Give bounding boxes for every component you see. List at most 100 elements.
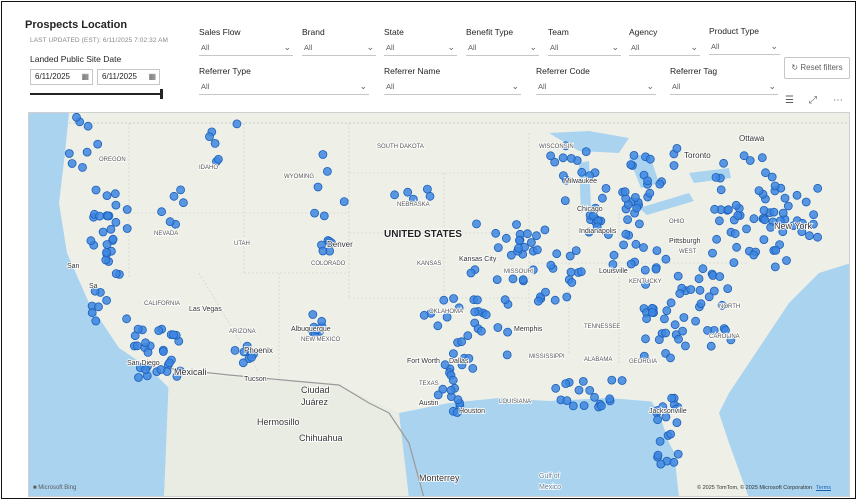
prospect-marker[interactable] [83,121,93,131]
prospect-marker[interactable] [805,231,814,241]
prospect-marker[interactable] [493,243,503,253]
prospect-marker[interactable] [749,214,759,224]
prospect-marker[interactable] [760,215,770,225]
prospect-marker[interactable] [715,216,724,226]
prospect-marker[interactable] [661,328,670,338]
prospect-marker[interactable] [813,183,823,193]
prospect-marker[interactable] [571,246,581,256]
prospect-marker[interactable] [577,167,587,177]
prospect-marker[interactable] [158,347,168,356]
prospect-marker[interactable] [698,264,708,274]
prospect-marker[interactable] [585,385,595,395]
referrer-code-dropdown[interactable]: All ⌄ [536,81,656,95]
prospect-marker[interactable] [696,299,706,309]
prospect-marker[interactable] [472,295,482,305]
state-dropdown[interactable]: All ⌄ [384,42,457,56]
prospect-marker[interactable] [669,161,679,170]
prospect-marker[interactable] [493,323,503,332]
prospect-marker[interactable] [590,392,599,402]
prospect-marker[interactable] [317,316,327,326]
prospect-marker[interactable] [72,113,81,122]
prospect-marker[interactable] [141,338,150,348]
referrer-tag-dropdown[interactable]: All ⌄ [670,81,778,95]
prospect-marker[interactable] [598,193,607,203]
prospect-marker[interactable] [508,274,518,284]
prospect-marker[interactable] [439,295,449,305]
prospect-marker[interactable] [86,236,96,246]
prospect-marker[interactable] [623,215,632,224]
prospect-marker[interactable] [453,395,463,405]
prospect-marker[interactable] [715,272,725,281]
prospect-marker[interactable] [673,449,683,459]
prospect-marker[interactable] [433,390,443,400]
prospect-marker[interactable] [601,184,611,193]
prospect-marker[interactable] [732,242,741,252]
prospect-marker[interactable] [617,376,627,385]
prospect-marker[interactable] [122,224,132,233]
prospect-marker[interactable] [425,191,435,201]
prospect-marker[interactable] [609,250,619,260]
prospect-marker[interactable] [205,132,214,142]
prospect-marker[interactable] [550,295,560,305]
prospect-marker[interactable] [111,217,121,227]
prospect-marker[interactable] [134,373,143,382]
prospect-marker[interactable] [757,153,767,163]
prospect-marker[interactable] [782,256,791,265]
map-canvas[interactable]: UNITED STATES SOUTH DAKOTA OREGON IDAHO WYOM… [29,113,850,497]
prospect-marker[interactable] [672,418,682,428]
date-slider-handle[interactable] [160,89,163,99]
prospect-marker[interactable] [91,185,101,195]
prospect-marker[interactable] [635,219,644,229]
prospect-marker[interactable] [651,264,661,274]
prospect-marker[interactable] [176,185,186,195]
prospect-marker[interactable] [754,186,764,195]
prospect-marker[interactable] [652,246,662,256]
prospect-marker[interactable] [639,243,648,252]
prospect-marker[interactable] [739,151,749,161]
prospect-marker[interactable] [310,208,320,218]
prospect-marker[interactable] [500,295,510,305]
prospect-marker[interactable] [502,350,512,360]
team-dropdown[interactable]: All ⌄ [548,42,621,56]
prospect-marker[interactable] [102,240,112,249]
prospect-marker[interactable] [809,210,818,219]
prospect-marker[interactable] [631,239,641,249]
prospect-marker[interactable] [230,345,240,355]
prospect-marker[interactable] [94,302,103,312]
prospect-marker[interactable] [470,307,480,317]
prospect-marker[interactable] [165,217,175,227]
prospect-marker[interactable] [661,254,671,264]
prospect-marker[interactable] [518,275,528,285]
prospect-marker[interactable] [157,207,167,217]
prospect-marker[interactable] [723,284,733,294]
prospect-marker[interactable] [463,331,473,341]
prospect-marker[interactable] [621,229,631,239]
prospect-marker[interactable] [566,267,576,277]
agency-dropdown[interactable]: All ⌄ [629,42,700,56]
prospect-marker[interactable] [641,334,650,344]
prospect-marker[interactable] [318,150,328,159]
prospect-marker[interactable] [558,153,568,163]
prospect-marker[interactable] [686,285,696,294]
prospect-marker[interactable] [597,401,606,411]
prospect-marker[interactable] [67,159,77,168]
prospect-marker[interactable] [780,193,790,203]
prospect-marker[interactable] [313,182,323,192]
prospect-marker[interactable] [501,233,511,243]
prospect-marker[interactable] [660,314,669,324]
prospect-marker[interactable] [448,375,458,385]
prospect-marker[interactable] [472,219,481,229]
prospect-marker[interactable] [576,267,586,277]
prospect-marker[interactable] [645,154,655,164]
prospect-marker[interactable] [541,287,550,297]
prospect-marker[interactable] [164,358,174,368]
prospect-marker[interactable] [143,347,153,357]
prospect-marker[interactable] [778,208,788,218]
prospect-marker[interactable] [512,220,521,229]
prospect-marker[interactable] [770,262,780,272]
prospect-marker[interactable] [607,375,617,385]
prospect-marker[interactable] [733,211,743,220]
more-options-icon[interactable]: ⋯ [833,95,843,106]
prospect-marker[interactable] [574,385,584,395]
prospect-marker[interactable] [721,325,730,335]
